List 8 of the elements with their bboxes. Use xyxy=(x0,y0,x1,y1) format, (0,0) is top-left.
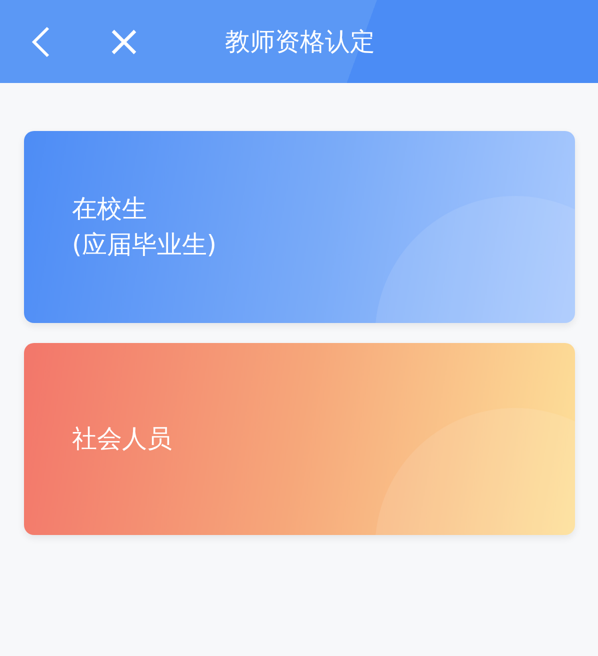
back-icon[interactable] xyxy=(30,26,52,58)
option-label: 在校生 xyxy=(72,193,148,225)
option-label: (应届毕业生) xyxy=(72,229,218,261)
option-card[interactable]: 社会人员 xyxy=(24,343,575,535)
close-icon[interactable] xyxy=(110,28,138,56)
page-title: 教师资格认定 xyxy=(224,26,375,58)
option-label: 社会人员 xyxy=(72,423,173,455)
option-card[interactable]: 在校生 (应届毕业生) xyxy=(24,131,575,323)
